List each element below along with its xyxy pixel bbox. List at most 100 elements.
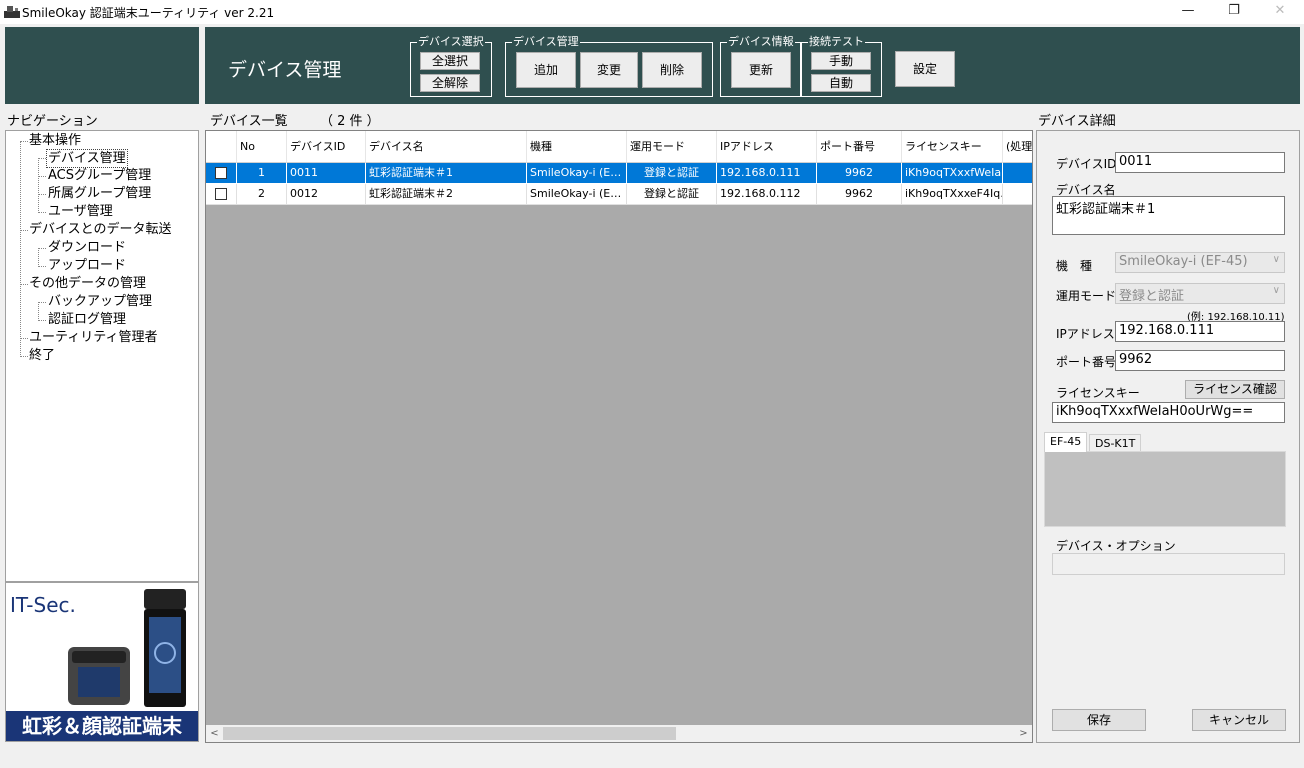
save-button[interactable]: 保存 <box>1052 709 1146 731</box>
nav-data-transfer[interactable]: デバイスとのデータ転送 <box>29 221 171 238</box>
device-grid[interactable]: No デバイスID デバイス名 機種 運用モード IPアドレス ポート番号 ライ… <box>205 130 1033 743</box>
select-all-button[interactable]: 全選択 <box>420 52 480 70</box>
manual-test-button[interactable]: 手動 <box>811 52 871 70</box>
column-checkbox[interactable] <box>206 131 237 163</box>
mode-label: 運用モード <box>1056 289 1117 303</box>
deselect-all-button[interactable]: 全解除 <box>420 74 480 92</box>
cell-device-id: 0012 <box>287 184 366 205</box>
cell-extra <box>1003 163 1032 184</box>
row-checkbox[interactable] <box>206 184 237 205</box>
delete-button[interactable]: 削除 <box>642 52 702 88</box>
cell-license: iKh9oqTXxxeF4Iq… <box>902 184 1003 205</box>
column-header[interactable]: 運用モード <box>627 131 717 163</box>
tab-ef45[interactable]: EF-45 <box>1044 432 1088 452</box>
ad-banner: 虹彩＆顔認証端末 <box>6 711 198 741</box>
device-illustration <box>68 589 186 707</box>
scroll-right-icon[interactable]: > <box>1015 725 1032 742</box>
settings-button[interactable]: 設定 <box>895 51 955 87</box>
mode-value: 登録と認証 <box>1119 289 1185 304</box>
nav-download[interactable]: ダウンロード <box>48 239 126 256</box>
cell-device-name: 虹彩認証端末＃2 <box>366 184 527 205</box>
table-row[interactable]: 2 0012 虹彩認証端末＃2 SmileOkay-i (E… 登録と認証 19… <box>206 184 1032 205</box>
device-info-group: デバイス情報 更新 <box>720 35 801 97</box>
auto-test-button[interactable]: 自動 <box>811 74 871 92</box>
port-field[interactable]: 9962 <box>1115 350 1285 371</box>
group-title: 接続テスト <box>808 35 865 49</box>
navigation-tree[interactable]: 基本操作 デバイス管理 ACSグループ管理 所属グループ管理 ユーザ管理 デバイ… <box>5 130 199 582</box>
chevron-down-icon: ∨ <box>1272 254 1280 265</box>
license-check-button[interactable]: ライセンス確認 <box>1185 380 1285 399</box>
device-id-label: デバイスID <box>1056 157 1117 171</box>
nav-other-data[interactable]: その他データの管理 <box>29 275 146 292</box>
refresh-button[interactable]: 更新 <box>731 52 791 88</box>
nav-upload[interactable]: アップロード <box>48 257 126 274</box>
nav-user-management[interactable]: ユーザ管理 <box>48 203 113 220</box>
nav-backup[interactable]: バックアップ管理 <box>48 293 152 310</box>
group-title: デバイス選択 <box>417 35 485 49</box>
column-header[interactable]: デバイス名 <box>366 131 527 163</box>
cell-no: 1 <box>237 163 287 184</box>
tab-dsk1t[interactable]: DS-K1T <box>1089 434 1142 452</box>
device-list-label: デバイス一覧 <box>210 114 288 129</box>
maximize-button[interactable]: ❐ <box>1211 0 1257 24</box>
cell-model: SmileOkay-i (E… <box>527 163 627 184</box>
nav-device-management[interactable]: デバイス管理 <box>46 149 128 168</box>
device-id-field[interactable]: 0011 <box>1115 152 1285 173</box>
cell-device-id: 0011 <box>287 163 366 184</box>
tab-content <box>1044 451 1286 527</box>
row-checkbox[interactable] <box>206 163 237 184</box>
edit-button[interactable]: 変更 <box>580 52 638 88</box>
minimize-button[interactable]: — <box>1165 0 1211 24</box>
group-title: デバイス情報 <box>727 35 795 49</box>
cell-ip: 192.168.0.112 <box>717 184 817 205</box>
cell-no: 2 <box>237 184 287 205</box>
column-header[interactable]: ポート番号 <box>817 131 902 163</box>
device-name-field[interactable]: 虹彩認証端末＃1 <box>1052 196 1285 235</box>
column-header[interactable]: (処理 <box>1003 131 1032 163</box>
ip-label: IPアドレス <box>1056 327 1115 341</box>
ip-field[interactable]: 192.168.0.111 <box>1115 321 1285 342</box>
device-manage-group: デバイス管理 追加 変更 削除 <box>505 35 713 97</box>
nav-acs-group[interactable]: ACSグループ管理 <box>48 167 151 184</box>
column-header[interactable]: 機種 <box>527 131 627 163</box>
model-select[interactable]: SmileOkay-i (EF-45) ∨ <box>1115 252 1285 273</box>
app-icon <box>4 6 20 18</box>
table-row[interactable]: 1 0011 虹彩認証端末＃1 SmileOkay-i (E… 登録と認証 19… <box>206 163 1032 184</box>
license-label: ライセンスキー <box>1056 386 1140 400</box>
model-value: SmileOkay-i (EF-45) <box>1119 254 1248 269</box>
scroll-left-icon[interactable]: < <box>206 725 223 742</box>
cell-mode: 登録と認証 <box>627 163 717 184</box>
nav-affiliation-group[interactable]: 所属グループ管理 <box>48 185 151 202</box>
cell-license: iKh9oqTXxxfWeIa… <box>902 163 1003 184</box>
grid-header: No デバイスID デバイス名 機種 運用モード IPアドレス ポート番号 ライ… <box>206 131 1032 163</box>
page-title: デバイス管理 <box>228 59 342 81</box>
license-field[interactable]: iKh9oqTXxxfWeIaH0oUrWg== <box>1052 402 1285 423</box>
nav-header <box>5 27 199 104</box>
column-header[interactable]: デバイスID <box>287 131 366 163</box>
device-options-field[interactable] <box>1052 553 1285 575</box>
horizontal-scrollbar[interactable]: < > <box>206 725 1032 742</box>
device-options-label: デバイス・オプション <box>1056 539 1176 553</box>
mode-select[interactable]: 登録と認証 ∨ <box>1115 283 1285 304</box>
navigation-label: ナビゲーション <box>7 114 98 129</box>
nav-auth-log[interactable]: 認証ログ管理 <box>48 311 126 328</box>
cell-mode: 登録と認証 <box>627 184 717 205</box>
cell-model: SmileOkay-i (E… <box>527 184 627 205</box>
add-button[interactable]: 追加 <box>516 52 576 88</box>
nav-exit[interactable]: 終了 <box>29 347 55 364</box>
model-label: 機 種 <box>1056 259 1093 273</box>
device-count: （ 2 件 ） <box>320 114 380 129</box>
close-button[interactable]: ✕ <box>1257 0 1303 24</box>
window-title: SmileOkay 認証端末ユーティリティ ver 2.21 <box>22 6 275 20</box>
device-detail-panel: デバイスID 0011 デバイス名 虹彩認証端末＃1 機 種 SmileOkay… <box>1036 130 1300 743</box>
column-header[interactable]: IPアドレス <box>717 131 817 163</box>
scroll-thumb[interactable] <box>223 727 676 740</box>
group-title: デバイス管理 <box>512 35 580 49</box>
connection-test-group: 接続テスト 手動 自動 <box>801 35 882 97</box>
column-header[interactable]: ライセンスキー <box>902 131 1003 163</box>
cell-port: 9962 <box>817 163 902 184</box>
nav-basic-ops[interactable]: 基本操作 <box>29 132 81 149</box>
column-header[interactable]: No <box>237 131 287 163</box>
cancel-button[interactable]: キャンセル <box>1192 709 1286 731</box>
nav-utility-admin[interactable]: ユーティリティ管理者 <box>29 329 157 346</box>
